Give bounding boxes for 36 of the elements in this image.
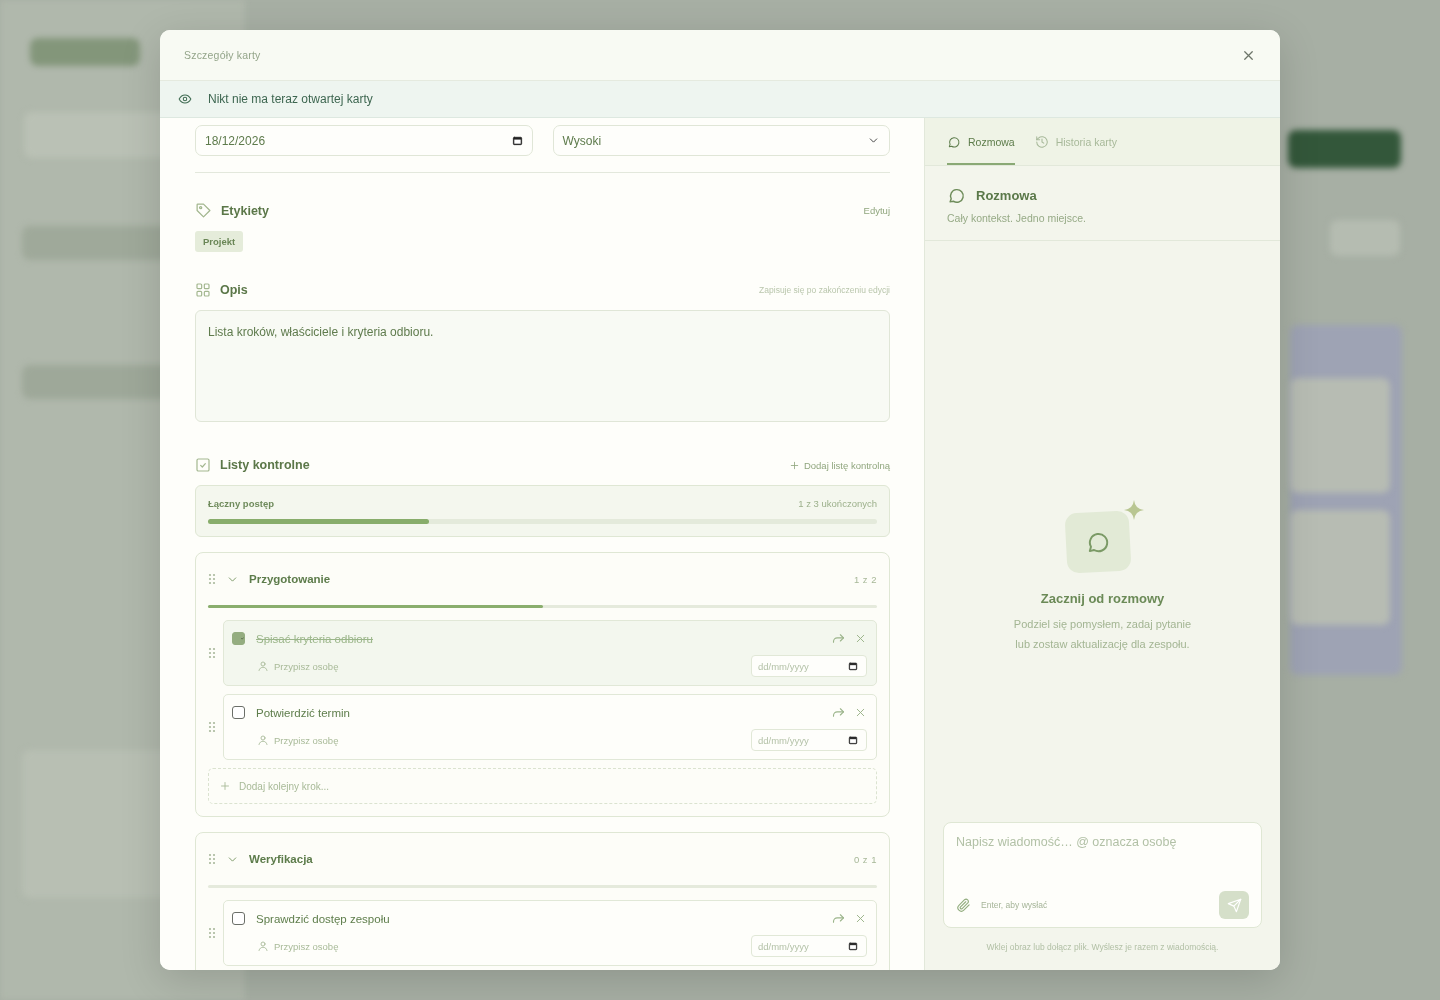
dialog-title: Szczegóły karty — [184, 49, 261, 61]
assign-person-button[interactable]: Przypisz osobę — [274, 660, 339, 672]
item-text[interactable]: Potwierdzić termin — [256, 706, 350, 719]
edit-link[interactable]: Edytuj — [863, 205, 890, 216]
checklist-count: 0 z 1 — [853, 853, 877, 865]
item-text[interactable]: Spisać kryteria odbioru — [256, 632, 373, 645]
checklist-count: 1 z 2 — [853, 573, 877, 585]
due-date-field[interactable]: 18/12/2026 — [195, 125, 533, 156]
panel-heading: Rozmowa — [976, 188, 1037, 203]
checklist-title[interactable]: Przygotowanie — [249, 573, 331, 585]
priority-select[interactable]: Wysoki — [552, 125, 890, 156]
item-text[interactable]: Sprawdzić dostęp zespołu — [256, 912, 390, 925]
label-tag[interactable]: Projekt — [195, 231, 244, 252]
date-field[interactable]: dd/mm/yyyy — [751, 655, 867, 677]
date-field[interactable]: dd/mm/yyyy — [751, 729, 867, 751]
section-title: Etykiety — [221, 203, 269, 218]
date-field[interactable]: dd/mm/yyyy — [751, 935, 867, 957]
section-title: Listy kontrolne — [220, 458, 310, 472]
save-hint: Zapisuje się po zakończeniu edycji — [759, 285, 890, 295]
progress-label: Łączny postęp — [208, 498, 274, 509]
add-step-field[interactable]: Dodaj kolejny krok... — [208, 768, 877, 804]
presence-text: Nikt nie ma teraz otwartej karty — [208, 92, 373, 106]
send-hint: Enter, aby wysłać — [981, 900, 1048, 910]
panel-tab[interactable]: Rozmowa — [947, 118, 1015, 165]
description-field[interactable]: Lista kroków, właściciele i kryteria odbioru. — [195, 310, 890, 422]
section-title: Opis — [220, 283, 248, 297]
assign-person-button[interactable]: Przypisz osobę — [274, 734, 339, 746]
empty-state-text: Podziel się pomysłem, zadaj pytanie lub zostaw aktualizację dla zespołu. — [1012, 616, 1193, 652]
panel-subheading: Cały kontekst. Jedno miejsce. — [947, 212, 1087, 224]
progress-count: 1 z 3 ukończonych — [798, 498, 877, 509]
checklist-title[interactable]: Weryfikacja — [249, 853, 313, 865]
panel-tab[interactable]: Historia karty — [1034, 118, 1117, 165]
assign-person-button[interactable]: Przypisz osobę — [274, 940, 339, 952]
add-checklist-button[interactable]: Dodaj listę kontrolną — [788, 459, 890, 471]
empty-state-title: Zacznij od rozmowy — [1040, 590, 1165, 606]
message-input[interactable]: Napisz wiadomość… @ oznacza osobę — [956, 835, 1177, 849]
